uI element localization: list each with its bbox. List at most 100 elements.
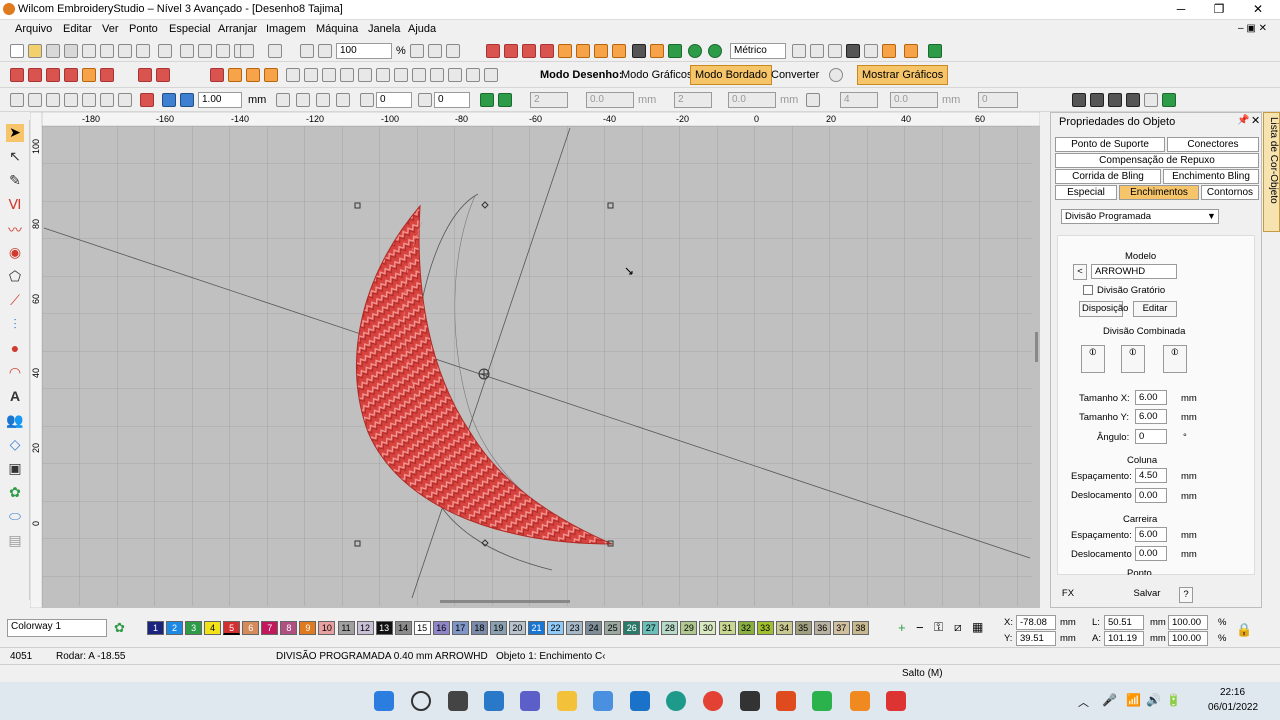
- color-swatch[interactable]: 13: [375, 621, 393, 635]
- color-swatch[interactable]: 29: [680, 621, 698, 635]
- mirror-h-icon[interactable]: [276, 93, 290, 107]
- menu-arranjar[interactable]: Arranjar: [218, 23, 257, 35]
- color-swatch[interactable]: 27: [642, 621, 660, 635]
- color-swatch[interactable]: 17: [451, 621, 469, 635]
- digitize-b-icon[interactable]: [504, 44, 518, 58]
- mic-icon[interactable]: 🎤: [1102, 693, 1117, 707]
- paste-icon[interactable]: [216, 44, 230, 58]
- size-x-input[interactable]: 6.00: [1135, 390, 1167, 405]
- a-value[interactable]: 101.19: [1104, 631, 1144, 646]
- hoop-icon[interactable]: [650, 44, 664, 58]
- color-swatch[interactable]: 24: [585, 621, 603, 635]
- editar-button[interactable]: Editar: [1133, 301, 1177, 317]
- stitch-f-icon[interactable]: [100, 68, 114, 82]
- field-6[interactable]: 0.0: [890, 92, 938, 108]
- minimize-button[interactable]: ─: [1172, 2, 1190, 18]
- stitch-d-icon[interactable]: [64, 68, 78, 82]
- field-1[interactable]: 2: [530, 92, 568, 108]
- save-as-icon[interactable]: [64, 44, 78, 58]
- pin-icon[interactable]: 📌: [1237, 115, 1249, 126]
- tab-ponto-suporte[interactable]: Ponto de Suporte: [1055, 137, 1165, 152]
- panel-tool-e-icon[interactable]: [1144, 93, 1158, 107]
- zoom-fit-icon[interactable]: [410, 44, 424, 58]
- satin-tool-icon[interactable]: ⟋: [6, 292, 24, 310]
- graphics-mode-button[interactable]: Modo Gráficos: [617, 66, 697, 86]
- task-view-icon[interactable]: [448, 691, 468, 711]
- model-prev-button[interactable]: <: [1073, 264, 1087, 280]
- embroidery-mode-button[interactable]: Modo Bordado: [690, 65, 773, 85]
- undo-icon[interactable]: [240, 44, 254, 58]
- color-tool-a-icon[interactable]: ⚿: [934, 620, 943, 635]
- col-offset-input[interactable]: 0.00: [1135, 488, 1167, 503]
- fx-button[interactable]: FX: [1059, 587, 1077, 603]
- zoom-box-icon[interactable]: [318, 44, 332, 58]
- view-4-icon[interactable]: [846, 44, 860, 58]
- combined-1-icon[interactable]: ⦶: [1081, 345, 1105, 373]
- size-y-input[interactable]: 6.00: [1135, 409, 1167, 424]
- mail-icon[interactable]: [630, 691, 650, 711]
- color-tool-b-icon[interactable]: ⧄: [954, 620, 962, 635]
- panel-tool-c-icon[interactable]: [1108, 93, 1122, 107]
- menu-ver[interactable]: Ver: [102, 23, 119, 35]
- color-swatch[interactable]: 7: [261, 621, 279, 635]
- field-3[interactable]: 2: [674, 92, 712, 108]
- row-offset-input[interactable]: 0.00: [1135, 546, 1167, 561]
- print-icon[interactable]: [100, 44, 114, 58]
- color-swatch[interactable]: 15: [413, 621, 431, 635]
- oval-tool-icon[interactable]: ⬭: [6, 508, 24, 526]
- column-tool-icon[interactable]: ⫶: [6, 316, 24, 334]
- color-swatch[interactable]: 28: [661, 621, 679, 635]
- fill-f-icon[interactable]: [304, 68, 318, 82]
- fill-m-icon[interactable]: [430, 68, 444, 82]
- tab-especial[interactable]: Especial: [1055, 185, 1117, 200]
- mdi-controls[interactable]: – ▣ ✕: [1238, 23, 1267, 34]
- fill-k-icon[interactable]: [394, 68, 408, 82]
- fill-c-icon[interactable]: [246, 68, 260, 82]
- y-value[interactable]: 39.51: [1016, 631, 1056, 646]
- fill-g-icon[interactable]: [322, 68, 336, 82]
- zoom-input[interactable]: 100: [336, 43, 392, 59]
- widgets-icon[interactable]: [484, 691, 504, 711]
- fill-type-select[interactable]: Divisão Programada: [1061, 209, 1219, 224]
- pen-tool-icon[interactable]: ✎: [6, 172, 24, 190]
- copy-icon[interactable]: [198, 44, 212, 58]
- stitch-tool-icon[interactable]: Ⅵ: [6, 196, 24, 214]
- color-swatch[interactable]: 34: [775, 621, 793, 635]
- rotate-icon[interactable]: [360, 93, 374, 107]
- stitch-g-icon[interactable]: [138, 68, 152, 82]
- send-machine-icon[interactable]: [136, 44, 150, 58]
- monogram-tool-icon[interactable]: 👥: [6, 412, 24, 430]
- print-preview-icon[interactable]: [118, 44, 132, 58]
- view-1-icon[interactable]: [792, 44, 806, 58]
- zoom-out-icon[interactable]: [446, 44, 460, 58]
- color-swatch[interactable]: 22: [547, 621, 565, 635]
- combined-3-icon[interactable]: ⦶: [1163, 345, 1187, 373]
- menu-janela[interactable]: Janela: [368, 23, 400, 35]
- color-swatch[interactable]: 31: [718, 621, 736, 635]
- app-g-icon[interactable]: [708, 44, 722, 58]
- stitch-a-icon[interactable]: [10, 68, 24, 82]
- chevron-down-icon[interactable]: ▼: [1207, 211, 1216, 221]
- l-value[interactable]: 50.51: [1104, 615, 1144, 630]
- image-icon[interactable]: [632, 44, 646, 58]
- lock-icon[interactable]: 🔒: [1236, 622, 1252, 638]
- fill-h-icon[interactable]: [340, 68, 354, 82]
- color-swatch[interactable]: 8: [280, 621, 298, 635]
- obj-c-icon[interactable]: [46, 93, 60, 107]
- globe-icon[interactable]: [829, 68, 843, 82]
- volume-icon[interactable]: 🔊: [1146, 693, 1161, 707]
- x-value[interactable]: -78.08: [1016, 615, 1056, 630]
- fill-d-icon[interactable]: [264, 68, 278, 82]
- explorer-icon[interactable]: [557, 691, 577, 711]
- line-width-input[interactable]: 1.00: [198, 92, 242, 108]
- fill-o-icon[interactable]: [484, 68, 498, 82]
- field-2[interactable]: 0.0: [586, 92, 634, 108]
- obj-g-icon[interactable]: [118, 93, 132, 107]
- tab-corrida-bling[interactable]: Corrida de Bling: [1055, 169, 1161, 184]
- color-swatch[interactable]: 1: [147, 621, 164, 635]
- view-8-icon[interactable]: [928, 44, 942, 58]
- panel-tool-b-icon[interactable]: [1090, 93, 1104, 107]
- battery-icon[interactable]: 🔋: [1166, 693, 1181, 707]
- stitch-e-icon[interactable]: [82, 68, 96, 82]
- color-swatch[interactable]: 35: [794, 621, 812, 635]
